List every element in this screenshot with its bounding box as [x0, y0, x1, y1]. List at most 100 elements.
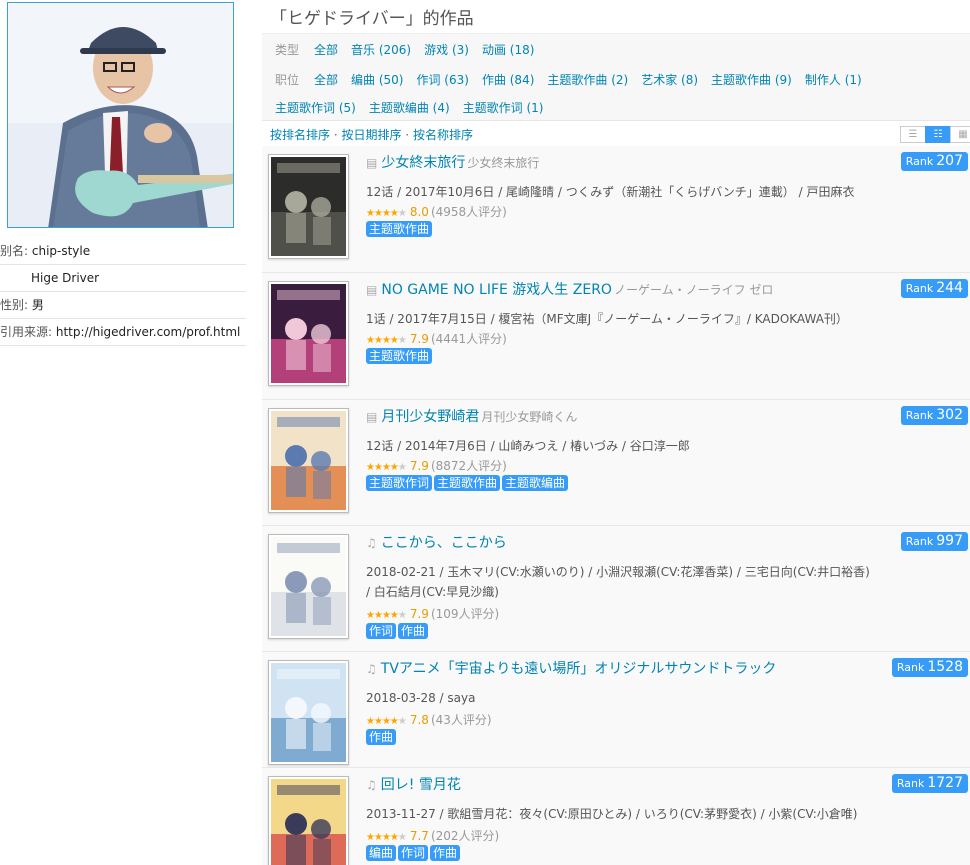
- job-tags: 作曲: [366, 729, 398, 745]
- infobox: 别名: chip-style Hige Driver 性别: 男引用来源: http…: [0, 238, 246, 346]
- type-filter-link[interactable]: 音乐 (206): [351, 43, 411, 57]
- work-title-line: ▤ 月刊少女野崎君 月刊少女野崎くん: [366, 408, 970, 426]
- work-subtitle: ノーゲーム・ノーライフ ゼロ: [613, 283, 774, 297]
- job-tag: 主题歌作词: [366, 475, 433, 491]
- star-icon: ★: [381, 462, 391, 473]
- position-filter-link[interactable]: 主题歌作曲 (2): [547, 73, 628, 87]
- position-filter-row-2: 主题歌作词 (5) 主题歌编曲 (4) 主题歌作词 (1): [275, 99, 569, 116]
- star-rating-icon: ★★★★★: [366, 610, 407, 621]
- work-meta: 12话 / 2014年7月6日 / 山崎みつえ / 椿いづみ / 谷口淳一郎: [366, 439, 690, 453]
- sort-by-name-link[interactable]: 按名称排序: [413, 128, 473, 142]
- job-tag: 编曲: [366, 845, 397, 861]
- cover-image: [271, 284, 346, 383]
- infobox-label: 引用来源:: [0, 325, 56, 339]
- position-filter-link[interactable]: 主题歌编曲 (4): [369, 101, 450, 115]
- job-tag: 作词: [366, 623, 397, 639]
- rating-score: 7.9: [409, 607, 429, 621]
- position-filter-link[interactable]: 全部: [314, 73, 338, 87]
- position-filter-link[interactable]: 主题歌作曲 (9): [711, 73, 792, 87]
- work-subtitle: 少女终末旅行: [467, 156, 540, 170]
- work-title-line: ♫ ここから、ここから: [366, 534, 970, 552]
- cover-image: [271, 411, 346, 510]
- work-item: Rank 997 ♫ ここから、ここから 2018-02-21 / 玉木マリ(CV:水瀬…: [262, 526, 970, 652]
- work-info: ♫ TVアニメ「宇宙よりも遠い場所」オリジナルサウンドトラック 2018-03-28…: [366, 660, 970, 745]
- position-filter-row: 职位 全部 编曲 (50) 作词 (63) 作曲 (84) 主题歌作曲 (2) 艺术家 (8…: [275, 71, 888, 88]
- music-note-icon: ♫: [366, 536, 377, 550]
- work-info: ▤ NO GAME NO LIFE 游戏人生 ZERO ノーゲーム・ノーライフ ゼロ…: [366, 281, 970, 364]
- position-filter-link[interactable]: 制作人 (1): [805, 73, 862, 87]
- work-title-link[interactable]: 少女終末旅行: [381, 155, 465, 171]
- grid-view-icon[interactable]: ▦: [950, 126, 970, 143]
- filter-panel: 类型 全部 音乐 (206) 游戏 (3) 动画 (18) 职位 全部 编曲 (50) 作词 …: [262, 33, 970, 121]
- type-filter-link[interactable]: 动画 (18): [482, 43, 534, 57]
- book-icon: ▤: [366, 156, 378, 170]
- work-title-link[interactable]: NO GAME NO LIFE 游戏人生 ZERO: [381, 282, 612, 298]
- rating-score: 7.9: [409, 459, 429, 473]
- work-item: Rank 207 ▤ 少女終末旅行 少女终末旅行 12话 / 2017年10月6日 / 尾…: [262, 146, 970, 273]
- work-item: Rank 1528 ♫ TVアニメ「宇宙よりも遠い場所」オリジナルサウンドトラック 20…: [262, 652, 970, 768]
- work-title-line: ♫ 回レ! 雪月花: [366, 776, 970, 794]
- star-icon: ★: [366, 832, 375, 843]
- position-filter-link[interactable]: 主题歌作词 (5): [275, 101, 356, 115]
- job-tags: 作词 作曲: [366, 623, 430, 639]
- star-icon: ★: [373, 832, 383, 843]
- job-tags: 主题歌作曲: [366, 348, 434, 364]
- star-rating-icon: ★★★★★: [366, 832, 407, 843]
- work-cover[interactable]: [268, 408, 349, 513]
- sort-by-rank-link[interactable]: 按排名排序: [270, 128, 330, 142]
- position-filter-link[interactable]: 作词 (63): [416, 73, 468, 87]
- star-icon: ★: [389, 610, 399, 621]
- infobox-row: 引用来源: http://higedriver.com/prof.html: [0, 319, 246, 346]
- cover-image: [271, 663, 346, 762]
- infobox-row: 别名: chip-style: [0, 238, 246, 265]
- infobox-label: 性别:: [0, 298, 32, 312]
- star-icon: ★: [397, 610, 407, 621]
- position-filter-link[interactable]: 艺术家 (8): [641, 73, 698, 87]
- rating-score: 8.0: [409, 205, 429, 219]
- work-cover[interactable]: [268, 281, 349, 386]
- position-filter-link[interactable]: 主题歌作词 (1): [463, 101, 544, 115]
- star-icon: ★: [373, 716, 383, 727]
- work-rating: ★★★★★ 8.0 (4958人评分): [366, 203, 507, 220]
- sort-by-date-link[interactable]: 按日期排序: [341, 128, 401, 142]
- star-rating-icon: ★★★★★: [366, 716, 407, 727]
- star-rating-icon: ★★★★★: [366, 462, 407, 473]
- star-icon: ★: [397, 208, 407, 219]
- cover-image: [271, 779, 346, 865]
- list-view-icon[interactable]: ☰: [900, 126, 926, 143]
- detail-view-icon[interactable]: ☷: [925, 126, 951, 143]
- work-cover[interactable]: [268, 534, 349, 639]
- work-meta: 1话 / 2017年7月15日 / 榎宮祐（MF文庫J『ノーゲーム・ノーライフ』…: [366, 312, 848, 326]
- star-icon: ★: [389, 462, 399, 473]
- avatar[interactable]: [7, 2, 234, 228]
- star-icon: ★: [389, 208, 399, 219]
- work-rating: ★★★★★ 7.9 (4441人评分): [366, 330, 507, 347]
- position-filter-link[interactable]: 编曲 (50): [351, 73, 403, 87]
- work-title-link[interactable]: 月刊少女野崎君: [381, 409, 479, 425]
- work-title-link[interactable]: ここから、ここから: [381, 535, 507, 551]
- cover-image: [271, 157, 346, 256]
- work-cover[interactable]: [268, 154, 349, 259]
- star-icon: ★: [389, 832, 399, 843]
- work-title-line: ▤ NO GAME NO LIFE 游戏人生 ZERO ノーゲーム・ノーライフ ゼロ: [366, 281, 970, 299]
- rating-votes: (4958人评分): [430, 205, 507, 219]
- position-filter-link[interactable]: 作曲 (84): [482, 73, 534, 87]
- infobox-row: 性别: 男: [0, 292, 246, 319]
- work-cover[interactable]: [268, 776, 349, 865]
- work-title-link[interactable]: 回レ! 雪月花: [381, 777, 461, 793]
- job-tag: 主题歌编曲: [502, 475, 569, 491]
- music-note-icon: ♫: [366, 662, 377, 676]
- star-rating-icon: ★★★★★: [366, 335, 407, 346]
- work-subtitle: 月刊少女野崎くん: [481, 410, 578, 424]
- job-tag: 作曲: [430, 845, 461, 861]
- type-filter-link[interactable]: 游戏 (3): [424, 43, 469, 57]
- type-filter-link[interactable]: 全部: [314, 43, 338, 57]
- work-item: Rank 1727 ♫ 回レ! 雪月花 2013-11-27 / 歌組雪月花：夜々(CV…: [262, 768, 970, 865]
- type-filter-row: 类型 全部 音乐 (206) 游戏 (3) 动画 (18): [275, 41, 560, 58]
- job-tags: 编曲 作词 作曲: [366, 845, 462, 861]
- star-icon: ★: [389, 716, 399, 727]
- sort-separator: ·: [401, 128, 413, 142]
- infobox-label: 别名:: [0, 244, 32, 258]
- work-title-link[interactable]: TVアニメ「宇宙よりも遠い場所」オリジナルサウンドトラック: [381, 661, 777, 677]
- work-cover[interactable]: [268, 660, 349, 765]
